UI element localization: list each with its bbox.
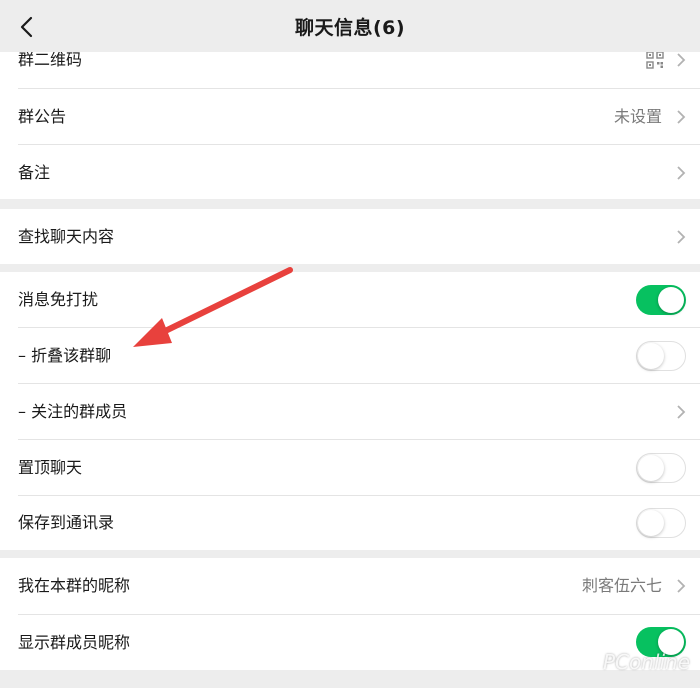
toggle-knob bbox=[638, 509, 664, 536]
row-label: 群公告 bbox=[18, 107, 67, 126]
row-label: 备注 bbox=[18, 163, 51, 182]
row-label: 我在本群的昵称 bbox=[18, 576, 131, 595]
row-value: 刺客伍六七 bbox=[581, 576, 662, 595]
row-label: – 折叠该群聊 bbox=[18, 346, 112, 365]
chevron-right-icon bbox=[677, 53, 686, 67]
mute-notifications-toggle[interactable] bbox=[636, 285, 686, 315]
group-announcement-row[interactable]: 群公告 未设置 bbox=[0, 89, 700, 145]
followed-members-row[interactable]: – 关注的群成员 bbox=[0, 384, 700, 440]
row-label: 消息免打扰 bbox=[18, 290, 99, 309]
chevron-right-icon bbox=[677, 405, 686, 419]
qr-code-icon bbox=[646, 51, 664, 69]
row-value: 未设置 bbox=[613, 107, 662, 126]
remark-row[interactable]: 备注 bbox=[0, 145, 700, 201]
chevron-right-icon bbox=[677, 579, 686, 593]
toggle-knob bbox=[638, 342, 664, 369]
page-title: 聊天信息(6) bbox=[294, 17, 406, 39]
pin-chat-row: 置顶聊天 bbox=[0, 440, 700, 496]
toggle-knob bbox=[638, 454, 664, 481]
search-chat-content-row[interactable]: 查找聊天内容 bbox=[0, 209, 700, 264]
my-group-nickname-row[interactable]: 我在本群的昵称 刺客伍六七 bbox=[0, 558, 700, 614]
save-to-contacts-toggle[interactable] bbox=[636, 508, 686, 538]
nav-bar: 聊天信息(6) bbox=[0, 0, 700, 52]
settings-section: 消息免打扰 – 折叠该群聊 – 关注的群成员 置顶聊天 保存到通讯录 bbox=[0, 272, 700, 550]
row-label: 保存到通讯录 bbox=[18, 513, 115, 532]
nickname-section: 我在本群的昵称 刺客伍六七 显示群成员昵称 bbox=[0, 558, 700, 670]
show-member-nicknames-row: 显示群成员昵称 bbox=[0, 615, 700, 671]
row-label: 显示群成员昵称 bbox=[18, 633, 131, 652]
fold-group-row: – 折叠该群聊 bbox=[0, 328, 700, 384]
row-label: 查找聊天内容 bbox=[18, 227, 115, 246]
watermark-logo: PConline bbox=[602, 650, 690, 674]
pin-chat-toggle[interactable] bbox=[636, 453, 686, 483]
chevron-right-icon bbox=[677, 110, 686, 124]
chevron-right-icon bbox=[677, 166, 686, 180]
row-label: – 关注的群成员 bbox=[18, 402, 128, 421]
group-info-section: 群二维码 群公告 未设置 备注 bbox=[0, 32, 700, 199]
chevron-right-icon bbox=[677, 230, 686, 244]
row-label: 置顶聊天 bbox=[18, 458, 83, 477]
save-to-contacts-row: 保存到通讯录 bbox=[0, 496, 700, 550]
toggle-knob bbox=[658, 287, 684, 313]
mute-notifications-row: 消息免打扰 bbox=[0, 272, 700, 328]
search-section: 查找聊天内容 bbox=[0, 209, 700, 264]
fold-group-toggle[interactable] bbox=[636, 341, 686, 371]
